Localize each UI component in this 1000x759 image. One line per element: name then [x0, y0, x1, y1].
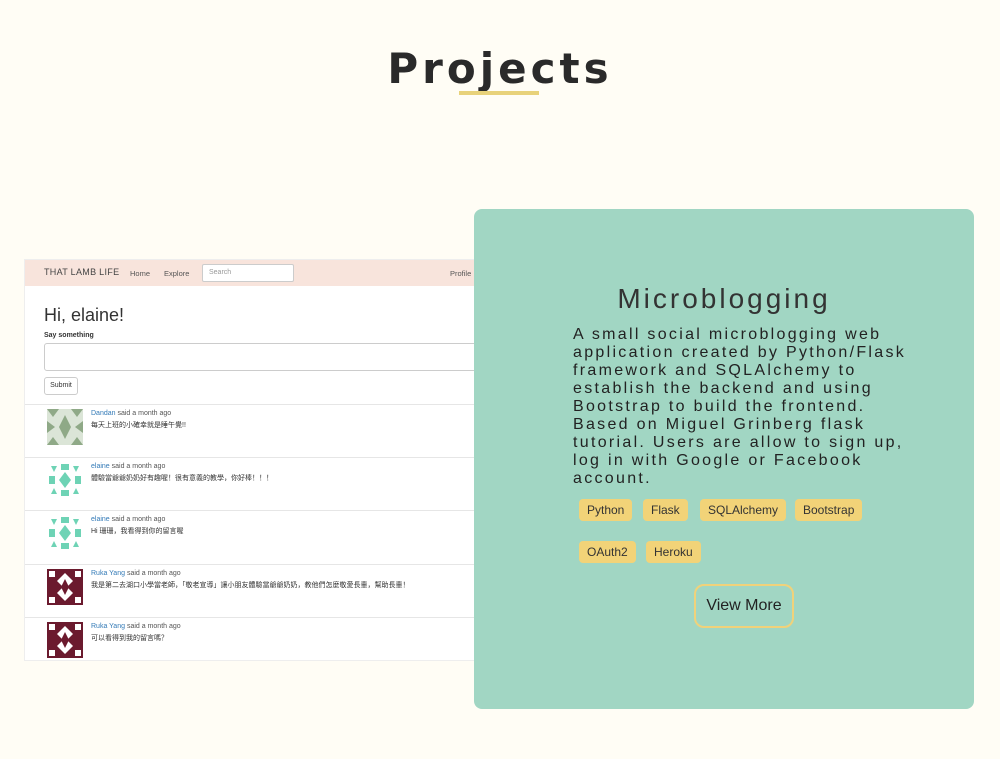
screenshot-say-label: Say something [44, 332, 94, 339]
screenshot-nav-home: Home [130, 268, 151, 278]
post-author: Ruka Yang [91, 623, 125, 630]
project-description: A small social microblogging web applica… [573, 326, 907, 487]
post-time: said a month ago [111, 463, 166, 470]
avatar-identicon [47, 515, 83, 551]
screenshot-greeting: Hi, elaine! [44, 305, 125, 325]
avatar-identicon [47, 409, 83, 445]
tag-flask: Flask [643, 499, 688, 521]
post-author: elaine [91, 516, 110, 523]
post-author: elaine [91, 463, 110, 470]
post-time: said a month ago [117, 410, 172, 417]
post-time: said a month ago [126, 623, 181, 630]
project-card: Microblogging A small social microbloggi… [474, 209, 974, 709]
screenshot-post: elaine said a month ago Hi 珊珊，我看得到你的留言喔 [25, 510, 485, 564]
tag-oauth2: OAuth2 [579, 541, 636, 563]
section-title: Projects [387, 44, 613, 93]
tag-python: Python [579, 499, 633, 521]
tag-bootstrap: Bootstrap [795, 499, 863, 521]
screenshot-nav-explore: Explore [164, 268, 190, 278]
post-body: Hi 珊珊，我看得到你的留言喔 [91, 528, 184, 535]
screenshot-post: elaine said a month ago 體驗當爺爺奶奶好有趣喔！很有意義… [25, 457, 485, 511]
avatar-identicon [47, 462, 83, 498]
post-body: 我是第二去湖口小學當老師，「敬老宣導」讓小朋友體驗當爺爺奶奶，教他們怎麼敬愛長輩… [91, 582, 410, 589]
screenshot-navbar: THAT LAMB LIFE Home Explore Search Profi… [25, 260, 485, 286]
project-screenshot: THAT LAMB LIFE Home Explore Search Profi… [24, 259, 486, 661]
post-time: said a month ago [126, 570, 181, 577]
avatar-identicon [47, 569, 83, 605]
title-underline [459, 91, 539, 95]
post-time: said a month ago [111, 516, 166, 523]
screenshot-search-input: Search [202, 264, 294, 282]
screenshot-post: Dandan said a month ago 每天上班的小確幸就是睡午覺!! [25, 404, 485, 458]
tag-heroku: Heroku [646, 541, 701, 563]
screenshot-brand: THAT LAMB LIFE [44, 267, 120, 277]
tag-sqlalchemy: SQLAlchemy [700, 499, 787, 521]
screenshot-post: Ruka Yang said a month ago 可以看得到我的留言嗎？ [25, 617, 485, 660]
post-body: 可以看得到我的留言嗎？ [91, 635, 168, 642]
post-body: 體驗當爺爺奶奶好有趣喔！很有意義的教學，你好棒！！！ [91, 475, 273, 482]
view-more-button[interactable]: View More [694, 584, 794, 628]
screenshot-post: Ruka Yang said a month ago 我是第二去湖口小學當老師，… [25, 564, 485, 618]
post-author: Ruka Yang [91, 570, 125, 577]
post-author: Dandan [91, 410, 116, 417]
screenshot-submit-button: Submit [44, 377, 78, 395]
project-title: Microblogging [617, 283, 831, 314]
screenshot-nav-profile: Profile [450, 268, 472, 278]
avatar-identicon [47, 622, 83, 658]
post-body: 每天上班的小確幸就是睡午覺!! [91, 422, 186, 429]
screenshot-post-textarea [44, 343, 485, 371]
